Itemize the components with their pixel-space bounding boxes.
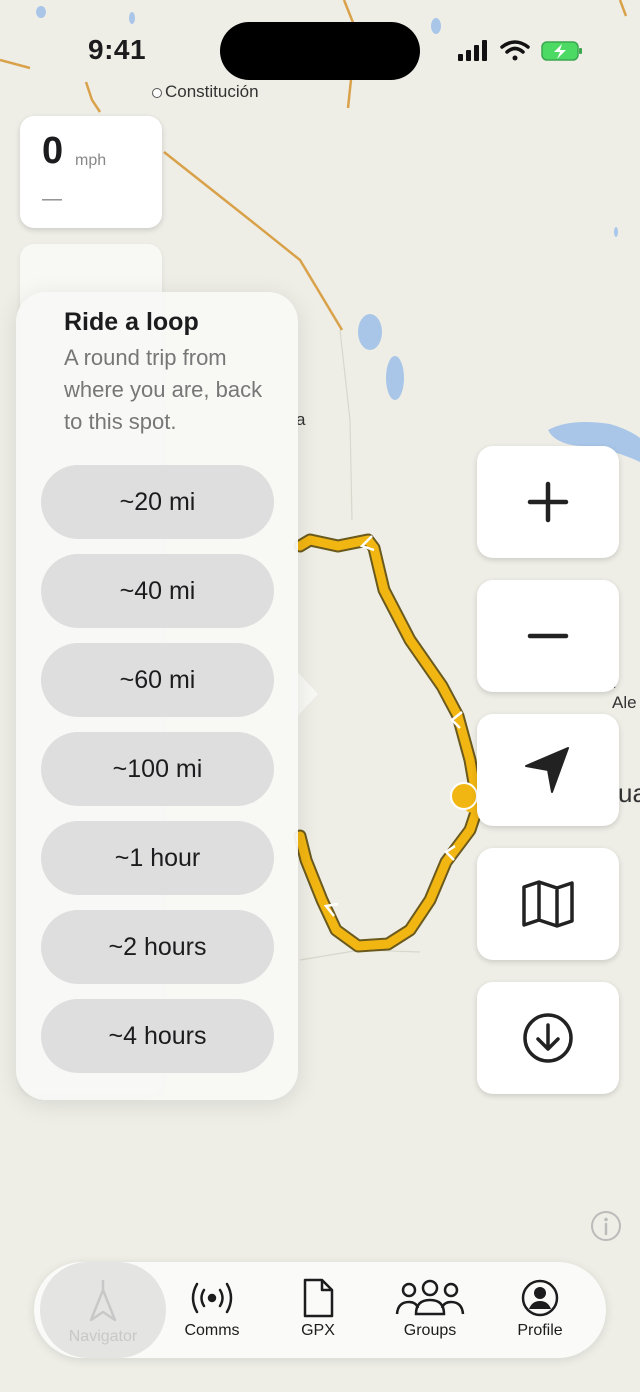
- zoom-in-button[interactable]: [477, 446, 619, 558]
- loop-option-100mi[interactable]: ~100 mi: [41, 732, 274, 806]
- loop-option-20mi[interactable]: ~20 mi: [41, 465, 274, 539]
- tab-label: GPX: [301, 1322, 335, 1339]
- navigator-icon: [89, 1280, 117, 1322]
- download-button[interactable]: [477, 982, 619, 1094]
- popover-title: Ride a loop: [64, 308, 199, 336]
- status-icons: [458, 40, 582, 61]
- loop-option-60mi[interactable]: ~60 mi: [41, 643, 274, 717]
- speed-unit: mph: [75, 152, 107, 169]
- tab-profile[interactable]: Profile: [500, 1262, 580, 1358]
- location-arrow-icon: [525, 747, 569, 793]
- locate-button[interactable]: [477, 714, 619, 826]
- loop-option-40mi[interactable]: ~40 mi: [41, 554, 274, 628]
- map-icon: [522, 880, 574, 928]
- loop-option-2hours[interactable]: ~2 hours: [41, 910, 274, 984]
- minus-icon: [527, 633, 569, 639]
- loop-option-1hour[interactable]: ~1 hour: [41, 821, 274, 895]
- tab-groups[interactable]: Groups: [384, 1262, 476, 1358]
- plus-icon: [527, 481, 569, 523]
- tab-label: Navigator: [68, 1328, 138, 1345]
- tab-label: Profile: [517, 1322, 563, 1339]
- download-icon: [523, 1013, 573, 1063]
- zoom-out-button[interactable]: [477, 580, 619, 692]
- dynamic-island: [220, 22, 420, 80]
- cellular-signal-icon: [458, 40, 487, 61]
- info-icon[interactable]: [590, 1210, 622, 1242]
- tab-gpx[interactable]: GPX: [278, 1262, 358, 1358]
- groups-icon: [395, 1279, 465, 1316]
- user-location-dot: [450, 782, 478, 810]
- tab-label: Groups: [403, 1322, 457, 1339]
- profile-icon: [521, 1279, 559, 1317]
- status-time: 9:41: [88, 34, 147, 65]
- file-icon: [303, 1278, 334, 1318]
- tab-bar: Navigator Comms GPX Groups Profile: [34, 1262, 606, 1358]
- popover-subtitle: A round trip from where you are, back to…: [64, 345, 263, 434]
- ride-loop-popover: Ride a loop A round trip from where you …: [16, 292, 298, 1100]
- broadcast-icon: [191, 1282, 233, 1314]
- speed-value: 0: [42, 130, 64, 172]
- battery-charging-icon: [541, 41, 582, 61]
- tab-navigator[interactable]: Navigator: [40, 1262, 166, 1358]
- tab-comms[interactable]: Comms: [170, 1262, 254, 1358]
- loop-option-4hours[interactable]: ~4 hours: [41, 999, 274, 1073]
- tab-label: Comms: [184, 1322, 240, 1339]
- speed-sub: —: [42, 188, 62, 210]
- speed-card: 0 mph —: [20, 116, 162, 228]
- map-style-button[interactable]: [477, 848, 619, 960]
- place-label-partial-3: ua: [618, 778, 640, 808]
- status-bar: 9:41: [0, 0, 640, 100]
- wifi-icon: [500, 40, 530, 61]
